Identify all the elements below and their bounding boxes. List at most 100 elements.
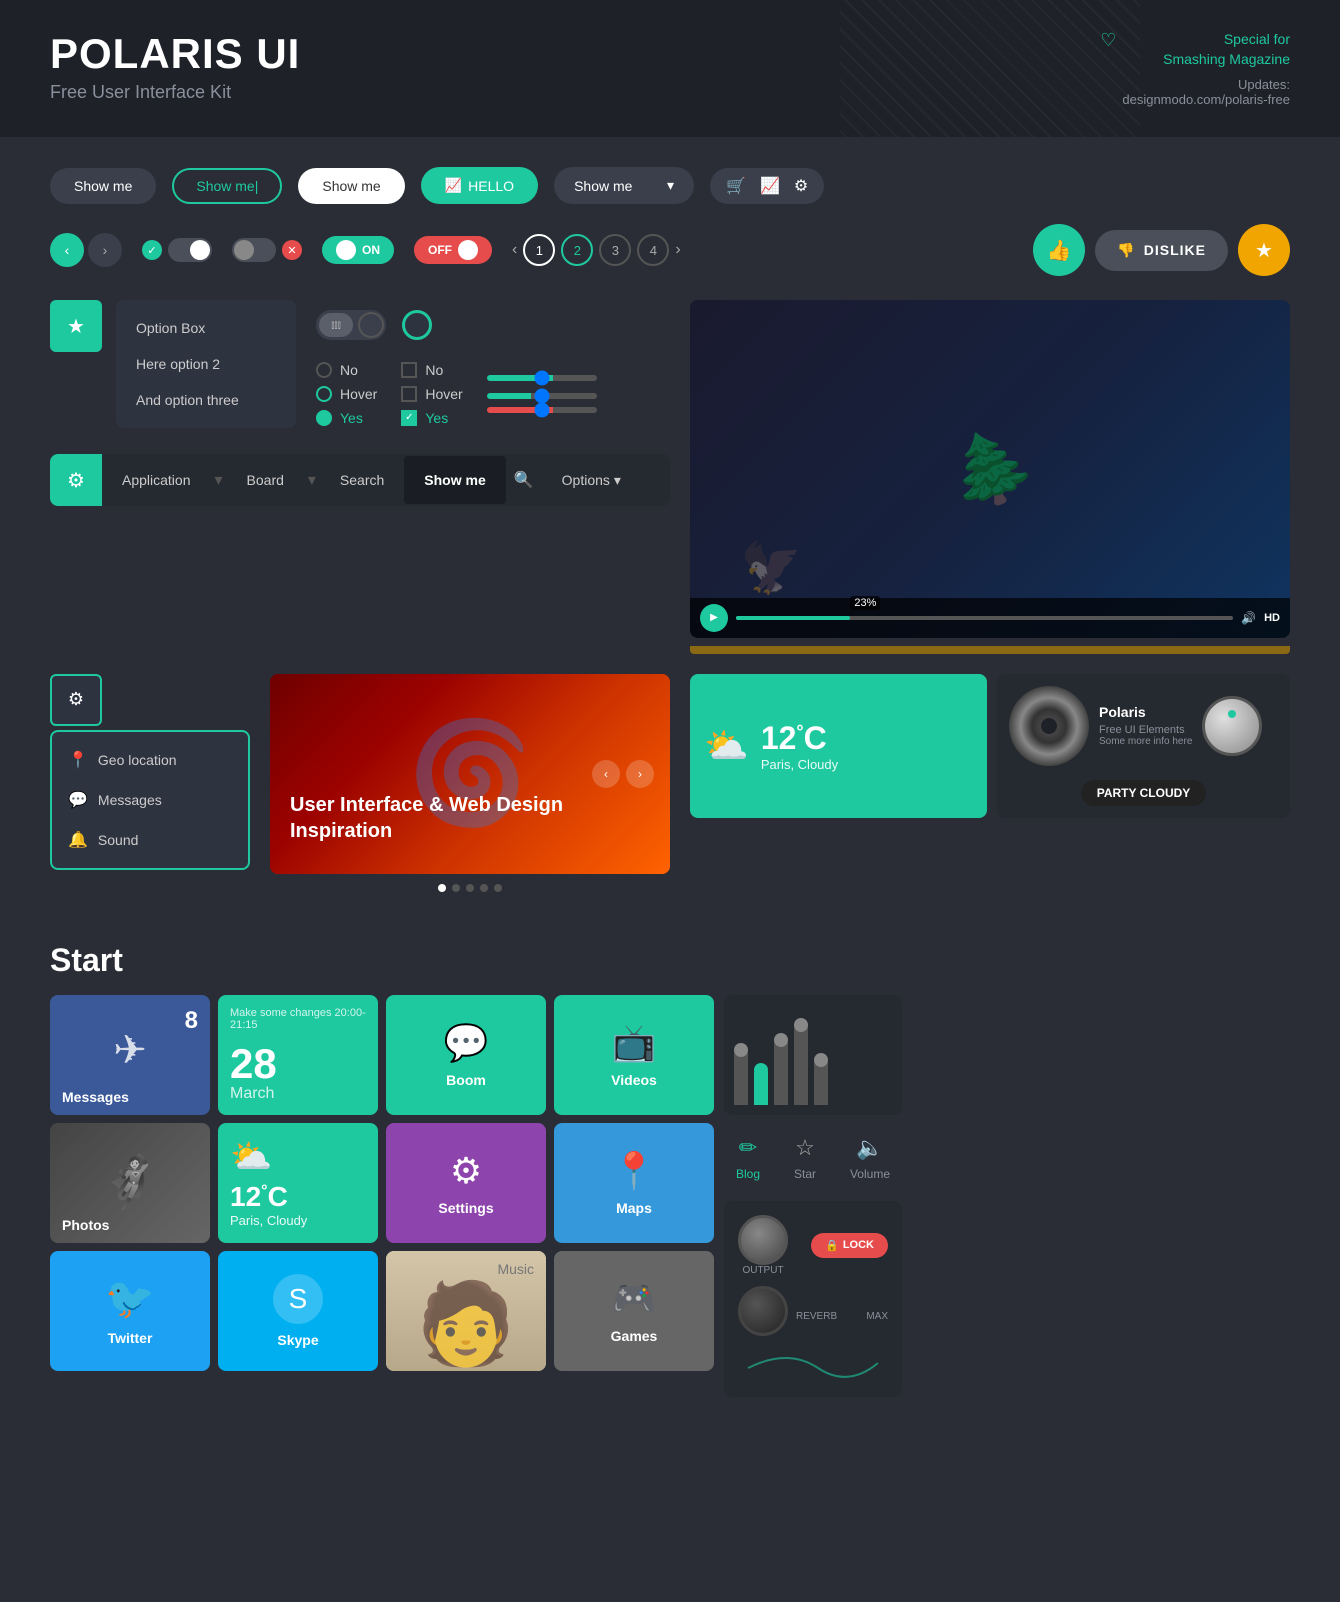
nav-options[interactable]: Options ▾ [542, 456, 641, 505]
show-me-white-button[interactable]: Show me [298, 168, 404, 204]
tile-twitter[interactable]: 🐦 Twitter [50, 1251, 210, 1371]
sound-icon: 🔔 [68, 830, 88, 850]
dropdown-item-3[interactable]: And option three [116, 382, 296, 418]
banner-next-button[interactable]: › [626, 760, 654, 788]
blog-button[interactable]: ✏ Blog [736, 1135, 760, 1181]
paper-plane-icon: ✈ [113, 1027, 147, 1073]
eq-handle-4[interactable] [794, 1018, 808, 1032]
page-1-button[interactable]: 1 [523, 234, 555, 266]
tile-skype[interactable]: S Skype [218, 1251, 378, 1371]
trending-icon[interactable]: 📈 [760, 176, 780, 196]
skype-label: Skype [277, 1332, 318, 1348]
start-title: Start [50, 942, 1290, 979]
eq-handle-3[interactable] [774, 1033, 788, 1047]
eq-handle-2[interactable] [754, 1063, 768, 1077]
page-next-button[interactable]: › [675, 241, 680, 259]
tile-boom[interactable]: 💬 Boom [386, 995, 546, 1115]
progress-bar[interactable]: 23% [736, 616, 1233, 620]
cart-icon[interactable]: 🛒 [726, 176, 746, 196]
h-slider-3[interactable] [487, 407, 597, 413]
tile-maps[interactable]: 📍 Maps [554, 1123, 714, 1243]
volume-icon[interactable]: 🔊 [1241, 611, 1256, 625]
page-3-button[interactable]: 3 [599, 234, 631, 266]
tile-weather[interactable]: ⛅ 12°C Paris, Cloudy [218, 1123, 378, 1243]
dropdown-item-1[interactable]: Option Box [116, 310, 296, 346]
eq-bar-3 [774, 1040, 788, 1105]
dot-1[interactable] [438, 884, 446, 892]
weather-tile-city: Paris, Cloudy [230, 1213, 307, 1228]
eq-handle-5[interactable] [814, 1053, 828, 1067]
nav-board[interactable]: Board [227, 456, 304, 504]
on-toggle[interactable]: ON [322, 236, 394, 264]
show-me-outline-button[interactable]: Show me| [172, 168, 282, 204]
tile-photos[interactable]: 🦸 Photos [50, 1123, 210, 1243]
weather-album-row: ⛅ 12°C Paris, Cloudy Polaris Free [690, 674, 1290, 818]
star-button[interactable]: ★ [1238, 224, 1290, 276]
hello-button[interactable]: 📈 HELLO [421, 167, 538, 204]
pagination: ‹ 1 2 3 4 › [512, 234, 681, 266]
nav-bar: ⚙ Application ▾ Board ▾ Search Show me 🔍… [50, 454, 670, 506]
tile-music[interactable]: 🧑 Music [386, 1251, 546, 1371]
dual-slider [487, 393, 597, 413]
icon-group: 🛒 📈 ⚙ [710, 168, 824, 204]
toggle-switch-2[interactable] [232, 238, 276, 262]
tile-games[interactable]: 🎮 Games [554, 1251, 714, 1371]
h-slider-2[interactable] [487, 393, 597, 399]
volume-button[interactable]: 🔈 Volume [850, 1135, 890, 1181]
toggle-switch-1[interactable] [168, 238, 212, 262]
dot-5[interactable] [494, 884, 502, 892]
output-knob[interactable] [738, 1215, 788, 1265]
star-action-button[interactable]: ★ [50, 300, 102, 352]
star-outline-icon: ☆ [795, 1135, 815, 1161]
lock-button[interactable]: 🔒 LOCK [811, 1233, 888, 1258]
search-icon-nav[interactable]: 🔍 [506, 470, 542, 490]
nav-application[interactable]: Application [102, 456, 211, 504]
dot-2[interactable] [452, 884, 460, 892]
page-4-button[interactable]: 4 [637, 234, 669, 266]
right-widgets: ⛅ 12°C Paris, Cloudy Polaris Free [690, 674, 1290, 892]
eq-handle-1[interactable] [734, 1043, 748, 1057]
star-icon-button[interactable]: ☆ Star [794, 1135, 816, 1181]
start-section: Start ✈ 8 Messages Make some changes 20:… [0, 922, 1340, 1417]
page-prev-button[interactable]: ‹ [512, 241, 517, 259]
sidebar-header-icon: ⚙ [50, 674, 102, 726]
dot-4[interactable] [480, 884, 488, 892]
arrow-left-button[interactable]: ‹ [50, 233, 84, 267]
nav-show-me[interactable]: Show me [404, 456, 505, 504]
banner-text: User Interface & Web Design Inspiration [290, 792, 670, 844]
sidebar-item-sound[interactable]: 🔔 Sound [52, 820, 248, 860]
settings-icon[interactable]: ⚙ [794, 176, 808, 196]
nav-search[interactable]: Search [320, 456, 404, 504]
tile-settings[interactable]: ⚙ Settings [386, 1123, 546, 1243]
weather-city: Paris, Cloudy [761, 757, 838, 772]
dislike-button[interactable]: 👎 DISLIKE [1095, 230, 1228, 271]
sidebar-item-geo[interactable]: 📍 Geo location [52, 740, 248, 780]
dot-3[interactable] [466, 884, 474, 892]
app-title: POLARIS UI [50, 30, 300, 78]
hd-badge: HD [1264, 612, 1280, 624]
show-me-select-button[interactable]: Show me ▾ [554, 167, 694, 204]
calendar-date: 28 [230, 1043, 277, 1085]
like-button[interactable]: 👍 [1033, 224, 1085, 276]
arrow-button-group: ‹ › [50, 233, 122, 267]
show-me-dark-button[interactable]: Show me [50, 168, 156, 204]
h-slider-1[interactable] [487, 375, 597, 381]
dropdown-item-2[interactable]: Here option 2 [116, 346, 296, 382]
reverb-knob[interactable] [738, 1286, 788, 1336]
banner-prev-button[interactable]: ‹ [592, 760, 620, 788]
video-percent: 23% [850, 596, 880, 610]
circle-toggle[interactable] [402, 310, 432, 340]
play-button[interactable]: ▶ [700, 604, 728, 632]
page-2-button[interactable]: 2 [561, 234, 593, 266]
off-toggle[interactable]: OFF [414, 236, 492, 264]
maps-label: Maps [616, 1200, 652, 1216]
knob-widget[interactable] [1202, 696, 1262, 756]
slider-toggle-1[interactable]: ⫾⫾⫾ [316, 310, 386, 340]
tile-videos[interactable]: 📺 Videos [554, 995, 714, 1115]
arrow-right-button[interactable]: › [88, 233, 122, 267]
tile-messages[interactable]: ✈ 8 Messages [50, 995, 210, 1115]
chat-bubble-icon: 💬 [444, 1022, 489, 1064]
nav-gear-icon[interactable]: ⚙ [50, 454, 102, 506]
sidebar-item-messages[interactable]: 💬 Messages [52, 780, 248, 820]
tile-calendar[interactable]: Make some changes 20:00-21:15 28 March [218, 995, 378, 1115]
